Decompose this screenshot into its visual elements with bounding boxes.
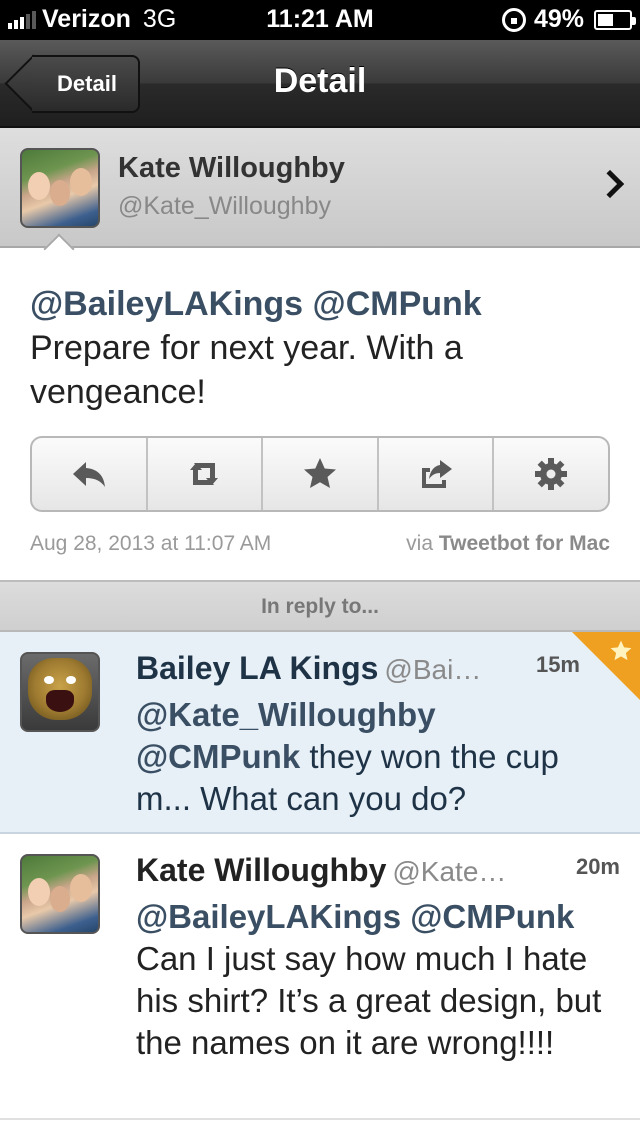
- battery-percent: 49%: [533, 5, 584, 33]
- tweet-text: @BaileyLAKings @CMPunk Can I just say ho…: [136, 896, 616, 1064]
- settings-button[interactable]: [494, 438, 608, 510]
- profile-handle: @Kate_Willoughby: [118, 192, 331, 220]
- tweet-action-bar: [30, 436, 610, 512]
- tweet-date: Aug 28, 2013 at 11:07 AM: [30, 532, 272, 555]
- rotation-lock-icon: [501, 7, 526, 32]
- avatar[interactable]: [20, 854, 100, 934]
- navigation-bar: Detail Detail: [0, 40, 640, 128]
- profile-header[interactable]: Kate Willoughby @Kate_Willoughby: [0, 128, 640, 248]
- reply-button[interactable]: [32, 438, 148, 510]
- favorite-button[interactable]: [263, 438, 379, 510]
- tweet-mention[interactable]: @CMPunk: [136, 738, 300, 775]
- battery-icon: [594, 9, 636, 30]
- tweet-header: Bailey LA Kings @Bai…: [136, 650, 526, 687]
- status-bar: Verizon 3G 11:21 AM 49%: [0, 0, 640, 40]
- profile-name: Kate Willoughby: [118, 152, 345, 184]
- reply-icon: [72, 462, 105, 487]
- list-item[interactable]: Bailey LA Kings @Bai… 15m @Kate_Willoughb…: [0, 632, 640, 834]
- tweet-body: Can I just say how much I hate his shirt…: [136, 940, 602, 1061]
- user-name: Bailey LA Kings: [136, 650, 379, 686]
- retweet-icon: [190, 463, 219, 485]
- list-item[interactable]: Kate Willoughby @Kate… 20m @BaileyLAKings…: [0, 834, 640, 1120]
- tweet-body: Prepare for next year. With a vengeance!: [30, 329, 463, 411]
- star-icon: [610, 640, 632, 661]
- share-button[interactable]: [379, 438, 495, 510]
- tweet-text: @Kate_Willoughby @CMPunk they won the cu…: [136, 694, 616, 820]
- page-title: Detail: [273, 62, 367, 100]
- retweet-button[interactable]: [148, 438, 264, 510]
- chevron-right-icon[interactable]: [595, 169, 625, 199]
- tweet-mention[interactable]: @Kate_Willoughby: [136, 696, 436, 733]
- tweet-header: Kate Willoughby @Kate…: [136, 852, 526, 889]
- source-app-link[interactable]: Tweetbot for Mac: [439, 532, 610, 555]
- gear-icon: [535, 458, 568, 490]
- tweet-mentions[interactable]: @BaileyLAKings @CMPunk: [30, 285, 482, 323]
- tweet-mentions[interactable]: @BaileyLAKings @CMPunk: [136, 898, 574, 935]
- share-icon: [421, 460, 452, 488]
- user-name: Kate Willoughby: [136, 852, 387, 888]
- tweet-text: @BaileyLAKings @CMPunk Prepare for next …: [30, 282, 620, 414]
- user-handle: @Kate…: [392, 856, 507, 887]
- star-icon: [303, 458, 336, 488]
- avatar[interactable]: [20, 148, 100, 228]
- in-reply-to-header: In reply to...: [0, 580, 640, 632]
- user-handle: @Bai…: [384, 654, 482, 685]
- avatar[interactable]: [20, 652, 100, 732]
- tweet-time: 20m: [575, 854, 620, 879]
- tweet-meta: Aug 28, 2013 at 11:07 AM via Tweetbot fo…: [30, 532, 610, 556]
- tweet-source: via Tweetbot for Mac: [406, 532, 610, 555]
